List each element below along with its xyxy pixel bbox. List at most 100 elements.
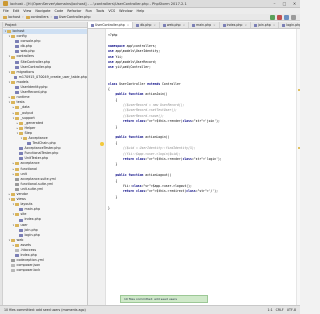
folder-icon <box>11 198 15 202</box>
php-file-icon <box>19 233 23 237</box>
php-file-icon <box>15 45 19 49</box>
tab-label: login.php <box>286 23 300 27</box>
editor-tab[interactable]: login.php× <box>279 22 300 28</box>
tab-label: join.php <box>257 23 271 27</box>
status-bar: 10 files committed: add seed users (mome… <box>0 305 300 314</box>
run-icon[interactable] <box>270 15 275 20</box>
close-tab-icon[interactable]: × <box>183 23 186 27</box>
php-file-icon <box>27 142 31 146</box>
project-panel: Project ▾ lochost ▾ config console.php db.php… <box>3 22 88 305</box>
php-file-icon <box>15 91 19 95</box>
close-tab-icon[interactable]: × <box>153 23 156 27</box>
yml-file-icon <box>11 259 15 263</box>
menu-refactor[interactable]: Refactor <box>67 9 81 13</box>
warning-marker[interactable] <box>297 89 300 91</box>
editor-tab[interactable]: index.php × <box>219 22 251 28</box>
php-file-icon <box>282 23 286 27</box>
menu-help[interactable]: Help <box>137 9 145 13</box>
php-file-icon <box>19 228 23 232</box>
folder-icon <box>15 213 19 217</box>
breadcrumb-file[interactable]: UserController.php <box>59 15 91 19</box>
php-file-icon <box>19 147 23 151</box>
folder-icon <box>15 172 19 176</box>
close-tab-icon[interactable]: × <box>213 23 216 27</box>
tree-file[interactable]: composer.lock <box>3 268 87 273</box>
folder-icon <box>11 80 15 84</box>
app-icon <box>3 1 8 6</box>
folder-icon <box>25 15 30 19</box>
cursor-position[interactable]: 1:1 <box>268 308 273 312</box>
php-file-icon <box>19 152 23 156</box>
vcs-update-icon[interactable] <box>284 15 289 20</box>
line-separator[interactable]: CRLF <box>276 308 284 312</box>
php-file-icon <box>15 40 19 44</box>
maximize-button[interactable]: □ <box>281 1 288 6</box>
other-file-icon <box>11 269 15 273</box>
php-file-icon <box>253 23 257 27</box>
breadcrumb-project[interactable]: lochost <box>8 15 20 19</box>
window-title: lochost - [H:\OpenServer\domains\lochost… <box>10 1 187 6</box>
folder-icon <box>7 30 11 34</box>
folder-icon <box>11 193 15 197</box>
menu-view[interactable]: View <box>23 9 31 13</box>
project-tree: ▾ lochost ▾ config console.php db.php web.php ▾… <box>3 28 87 274</box>
menu-file[interactable]: File <box>3 9 9 13</box>
breadcrumb-folder[interactable]: controllers <box>31 15 49 19</box>
code-line[interactable]: } <box>108 206 294 211</box>
php-file-icon <box>19 157 23 161</box>
editor-tab[interactable]: UserController.php × <box>88 22 134 28</box>
editor-tab[interactable]: web.php × <box>159 22 190 28</box>
close-tab-icon[interactable]: × <box>244 23 247 27</box>
tree-item-label: login.php <box>24 232 40 237</box>
php-file-icon <box>15 60 19 64</box>
tree-item-label: composer.lock <box>16 268 41 273</box>
tab-label: db.php <box>140 23 152 27</box>
menu-run[interactable]: Run <box>85 9 92 13</box>
php-file-icon <box>14 75 18 79</box>
code-area[interactable]: <?php namespace app\controllers; use app\… <box>108 33 294 211</box>
close-tab-icon[interactable]: × <box>273 23 276 27</box>
tree-item-label: main.php <box>24 207 41 212</box>
file-encoding[interactable]: UTF-8 <box>287 308 296 312</box>
folder-icon <box>15 111 19 115</box>
tab-label: web.php <box>166 23 181 27</box>
php-file-icon <box>222 23 226 27</box>
marker-bar <box>296 29 300 305</box>
folder-icon <box>11 101 15 105</box>
code-editor[interactable]: <?php namespace app\controllers; use app\… <box>88 29 300 305</box>
toolbar-icons <box>270 15 296 20</box>
php-file-icon <box>192 23 196 27</box>
folder-icon <box>3 15 7 19</box>
search-icon[interactable] <box>291 15 296 20</box>
php-file-icon <box>19 218 23 222</box>
menu-edit[interactable]: Edit <box>13 9 20 13</box>
editor-tab[interactable]: join.php × <box>250 22 280 28</box>
editor-tabs: UserController.php × db.php × web.php × main.p… <box>88 22 300 29</box>
yml-file-icon <box>15 182 19 186</box>
warning-marker[interactable] <box>297 147 300 149</box>
menu-window[interactable]: Window <box>119 9 132 13</box>
folder-icon <box>19 131 23 135</box>
folder-icon <box>15 167 19 171</box>
minimize-button[interactable]: – <box>271 1 278 6</box>
close-tab-icon[interactable]: × <box>127 23 130 27</box>
tab-label: UserController.php <box>95 23 125 27</box>
menu-vcs[interactable]: VCS <box>108 9 115 13</box>
lightbulb-icon[interactable] <box>100 142 104 146</box>
php-file-icon <box>162 23 166 27</box>
php-file-icon <box>15 86 19 90</box>
menu-navigate[interactable]: Navigate <box>35 9 50 13</box>
menu-tools[interactable]: Tools <box>96 9 104 13</box>
editor-tab[interactable]: main.php × <box>189 22 220 28</box>
chevron-right-icon: › <box>50 15 52 19</box>
close-button[interactable]: ✕ <box>291 1 298 6</box>
other-file-icon <box>11 264 15 268</box>
folder-icon <box>15 243 19 247</box>
folder-icon <box>15 106 19 110</box>
editor-tab[interactable]: db.php × <box>133 22 160 28</box>
vcs-notification[interactable]: 10 files committed: add seed users <box>120 295 208 303</box>
folder-icon <box>19 126 23 130</box>
debug-icon[interactable] <box>277 15 282 20</box>
menu-code[interactable]: Code <box>55 9 64 13</box>
navigation-bar: lochost › controllers › UserController.p… <box>0 14 300 21</box>
